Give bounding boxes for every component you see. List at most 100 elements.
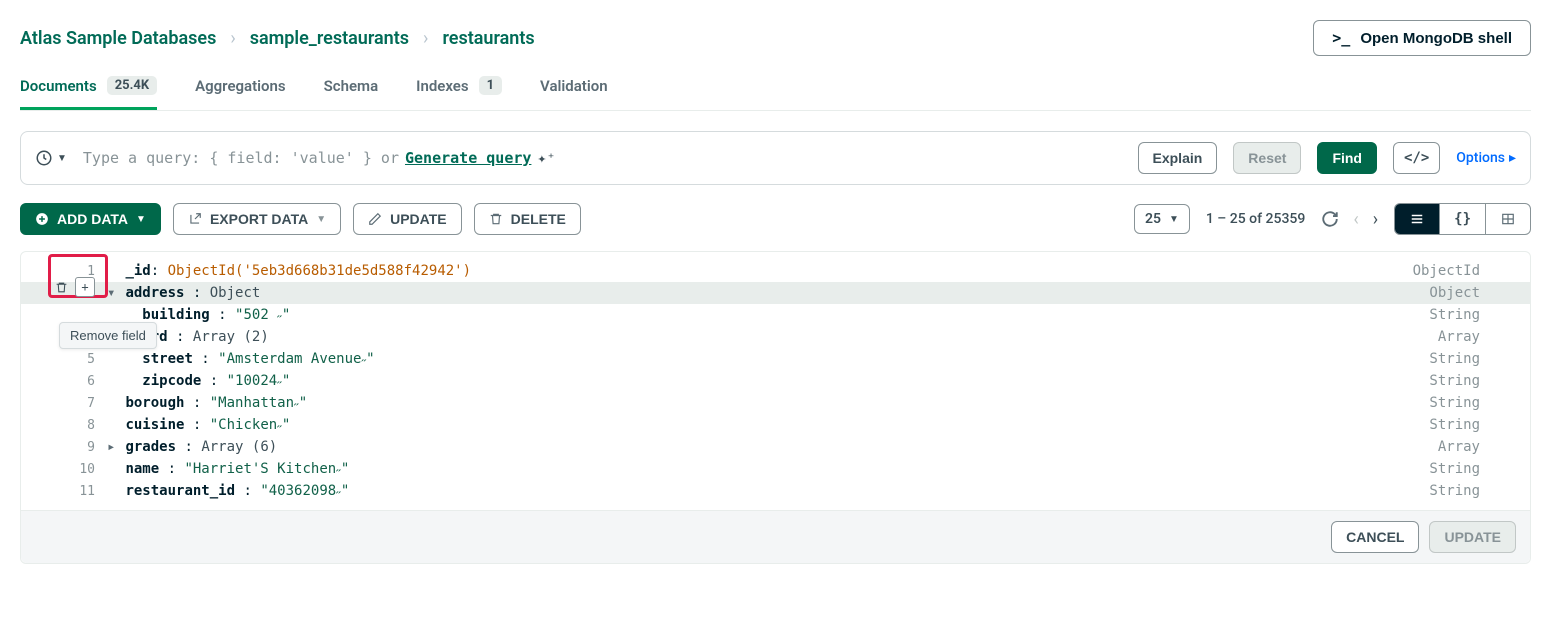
- tabs: Documents 25.4K Aggregations Schema Inde…: [20, 76, 1531, 111]
- tab-validation[interactable]: Validation: [540, 76, 608, 110]
- tab-badge: 25.4K: [107, 76, 157, 95]
- document-line[interactable]: 7 borough : "Manhattan˶"String: [21, 392, 1530, 414]
- field-type: String: [1429, 351, 1510, 367]
- document-line[interactable]: 10 name : "Harriet'S Kitchen˶"String: [21, 458, 1530, 480]
- document-card: + Remove field 1 _id: ObjectId('5eb3d668…: [20, 251, 1531, 564]
- line-content: name : "Harriet'S Kitchen˶": [107, 461, 1429, 478]
- cancel-button[interactable]: CANCEL: [1331, 521, 1419, 553]
- delete-button[interactable]: DELETE: [474, 203, 581, 235]
- open-shell-button[interactable]: >_ Open MongoDB shell: [1313, 20, 1531, 56]
- list-icon: [1409, 212, 1425, 226]
- line-content: cuisine : "Chicken˶": [107, 417, 1429, 434]
- tab-aggregations[interactable]: Aggregations: [195, 76, 286, 110]
- export-icon: [188, 212, 202, 226]
- tab-schema[interactable]: Schema: [324, 76, 379, 110]
- document-line[interactable]: building : "502 ˶"String: [21, 304, 1530, 326]
- plus-circle-icon: [35, 212, 49, 226]
- table-icon: [1500, 212, 1516, 226]
- json-view-button[interactable]: {}: [1440, 204, 1486, 234]
- document-line[interactable]: 2▾ address : ObjectObject: [21, 282, 1530, 304]
- caret-right-icon: ▸: [1509, 150, 1516, 166]
- line-number: 9: [21, 440, 107, 455]
- breadcrumb-root[interactable]: Atlas Sample Databases: [20, 28, 216, 49]
- update-confirm-button[interactable]: UPDATE: [1429, 521, 1516, 553]
- line-number: 8: [21, 418, 107, 433]
- page-info: 1 – 25 of 25359: [1206, 211, 1305, 227]
- caret-down-icon: ▼: [316, 214, 326, 225]
- document-line[interactable]: 8 cuisine : "Chicken˶"String: [21, 414, 1530, 436]
- braces-icon: {}: [1454, 211, 1471, 227]
- breadcrumb-collection[interactable]: restaurants: [442, 28, 534, 49]
- toolbar: ADD DATA ▼ EXPORT DATA ▼ UPDATE DELETE 2…: [20, 203, 1531, 235]
- explain-button[interactable]: Explain: [1138, 142, 1218, 174]
- document-body: + Remove field 1 _id: ObjectId('5eb3d668…: [21, 252, 1530, 510]
- tab-label: Documents: [20, 77, 97, 95]
- field-type: Object: [1429, 285, 1510, 301]
- prev-page-button[interactable]: ‹: [1353, 209, 1358, 230]
- code-toggle-button[interactable]: </>: [1393, 142, 1440, 174]
- export-data-button[interactable]: EXPORT DATA ▼: [173, 203, 341, 235]
- line-content: _id: ObjectId('5eb3d668b31de5d588f42942'…: [107, 263, 1413, 279]
- tooltip: Remove field: [59, 322, 157, 349]
- reset-button[interactable]: Reset: [1233, 142, 1301, 174]
- document-line[interactable]: 5 street : "Amsterdam Avenue˶"String: [21, 348, 1530, 370]
- line-content: borough : "Manhattan˶": [107, 395, 1429, 412]
- tab-indexes[interactable]: Indexes 1: [416, 76, 502, 110]
- field-type: String: [1429, 307, 1510, 323]
- next-page-button[interactable]: ›: [1373, 209, 1378, 230]
- line-content: restaurant_id : "40362098˶": [107, 483, 1429, 500]
- caret-down-icon: ▼: [57, 153, 67, 164]
- field-type: String: [1429, 461, 1510, 477]
- add-data-button[interactable]: ADD DATA ▼: [20, 203, 161, 235]
- pencil-icon: [368, 212, 382, 226]
- sparkle-icon: ✦⁺: [537, 149, 555, 167]
- view-toggle: {}: [1394, 203, 1531, 235]
- line-content: street : "Amsterdam Avenue˶": [107, 351, 1429, 368]
- line-content: zipcode : "10024˶": [107, 373, 1429, 390]
- plus-icon: +: [81, 280, 88, 294]
- tab-documents[interactable]: Documents 25.4K: [20, 76, 157, 110]
- document-footer: CANCEL UPDATE: [21, 510, 1530, 563]
- tab-label: Validation: [540, 77, 608, 95]
- query-bar: ▼ Type a query: { field: 'value' } or Ge…: [20, 131, 1531, 185]
- line-number: 6: [21, 374, 107, 389]
- tab-label: Indexes: [416, 77, 468, 95]
- line-content: ▸ grades : Array (6): [107, 439, 1438, 455]
- breadcrumb: Atlas Sample Databases › sample_restaura…: [20, 28, 535, 49]
- chevron-right-icon: ›: [230, 28, 235, 49]
- caret-down-icon: ▼: [136, 214, 146, 225]
- field-type: Array: [1438, 439, 1510, 455]
- caret-down-icon: ▼: [1169, 214, 1179, 225]
- breadcrumb-db[interactable]: sample_restaurants: [250, 28, 409, 49]
- table-view-button[interactable]: [1486, 204, 1530, 234]
- query-input[interactable]: Type a query: { field: 'value' } or Gene…: [83, 149, 1122, 167]
- remove-field-button[interactable]: [51, 277, 71, 297]
- field-type: ObjectId: [1413, 263, 1510, 279]
- history-dropdown[interactable]: ▼: [35, 149, 67, 167]
- generate-query-link[interactable]: Generate query: [405, 149, 531, 167]
- chevron-right-icon: ›: [423, 28, 428, 49]
- document-line[interactable]: 11 restaurant_id : "40362098˶"String: [21, 480, 1530, 502]
- field-type: String: [1429, 373, 1510, 389]
- trash-icon: [55, 281, 68, 294]
- document-line[interactable]: ord : Array (2)Array: [21, 326, 1530, 348]
- code-icon: </>: [1404, 150, 1429, 166]
- add-field-button[interactable]: +: [75, 277, 95, 297]
- update-button[interactable]: UPDATE: [353, 203, 462, 235]
- options-link[interactable]: Options ▸: [1456, 150, 1516, 166]
- line-number: 11: [21, 484, 107, 499]
- refresh-icon[interactable]: [1321, 210, 1339, 228]
- page-size-select[interactable]: 25 ▼: [1134, 204, 1190, 234]
- line-content: ▾ address : Object: [107, 285, 1429, 301]
- line-content: ord : Array (2): [107, 329, 1438, 345]
- document-line[interactable]: 9▸ grades : Array (6)Array: [21, 436, 1530, 458]
- terminal-icon: >_: [1332, 29, 1350, 47]
- line-content: building : "502 ˶": [107, 307, 1429, 324]
- find-button[interactable]: Find: [1317, 142, 1377, 174]
- document-line[interactable]: 1 _id: ObjectId('5eb3d668b31de5d588f4294…: [21, 260, 1530, 282]
- breadcrumb-row: Atlas Sample Databases › sample_restaura…: [20, 20, 1531, 56]
- document-line[interactable]: 6 zipcode : "10024˶"String: [21, 370, 1530, 392]
- field-type: String: [1429, 395, 1510, 411]
- list-view-button[interactable]: [1395, 204, 1440, 234]
- row-actions: +: [51, 277, 95, 297]
